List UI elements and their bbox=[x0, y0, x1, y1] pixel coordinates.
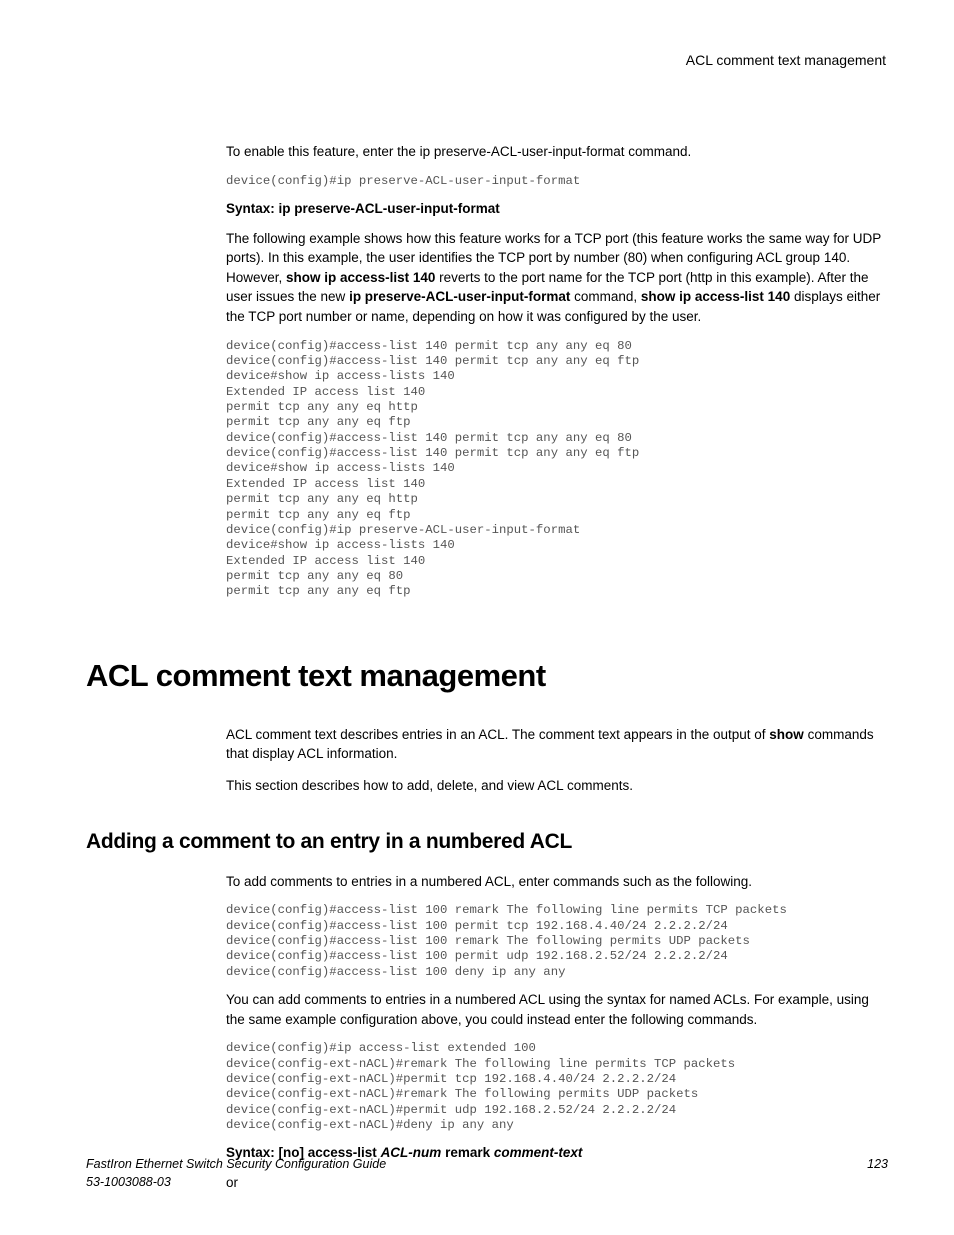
subsection-para-2: You can add comments to entries in a num… bbox=[226, 990, 888, 1029]
subsection-heading: Adding a comment to an entry in a number… bbox=[86, 827, 888, 857]
code-block-1: device(config)#ip preserve-ACL-user-inpu… bbox=[226, 174, 888, 189]
bold-span: show ip access-list 140 bbox=[286, 270, 435, 285]
explain-para-1: The following example shows how this fea… bbox=[226, 229, 888, 327]
running-header: ACL comment text management bbox=[86, 50, 888, 70]
subsection-para-1: To add comments to entries in a numbered… bbox=[226, 872, 888, 892]
bold-span: ip preserve-ACL-user-input-format bbox=[349, 289, 570, 304]
page-footer: FastIron Ethernet Switch Security Config… bbox=[86, 1155, 888, 1191]
footer-title: FastIron Ethernet Switch Security Config… bbox=[86, 1155, 386, 1173]
code-block-2: device(config)#access-list 140 permit tc… bbox=[226, 339, 888, 600]
code-block-3: device(config)#access-list 100 remark Th… bbox=[226, 903, 888, 980]
section-para-1: ACL comment text describes entries in an… bbox=[226, 725, 888, 764]
section-heading: ACL comment text management bbox=[86, 654, 888, 699]
footer-page-number: 123 bbox=[867, 1155, 888, 1191]
syntax-line-1: Syntax: ip preserve-ACL-user-input-forma… bbox=[226, 199, 888, 219]
footer-docnum: 53-1003088-03 bbox=[86, 1173, 386, 1191]
bold-span: show ip access-list 140 bbox=[641, 289, 790, 304]
code-block-4: device(config)#ip access-list extended 1… bbox=[226, 1041, 888, 1133]
intro-para: To enable this feature, enter the ip pre… bbox=[226, 142, 888, 162]
text-span: command, bbox=[570, 289, 641, 304]
bold-span: show bbox=[769, 727, 804, 742]
section-para-2: This section describes how to add, delet… bbox=[226, 776, 888, 796]
text-span: ACL comment text describes entries in an… bbox=[226, 727, 769, 742]
